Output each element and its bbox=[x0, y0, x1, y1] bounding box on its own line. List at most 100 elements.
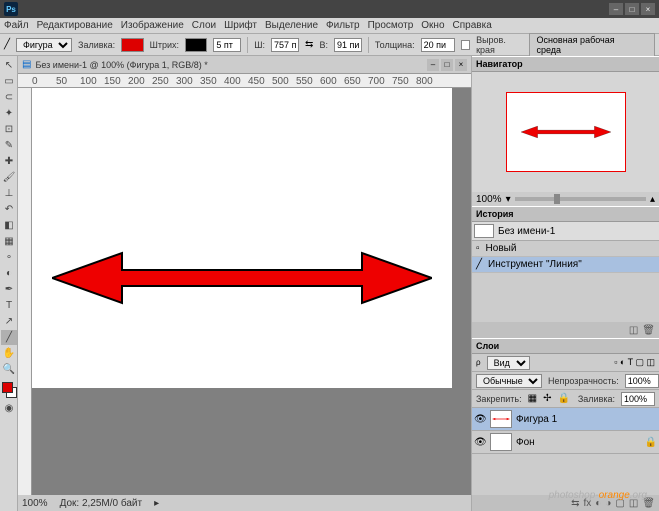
menu-filter[interactable]: Фильтр bbox=[326, 20, 360, 31]
zoom-level[interactable]: 100% bbox=[22, 498, 48, 509]
ps-doc-icon: ▤ bbox=[22, 59, 31, 70]
layer-kind-select[interactable]: Вид bbox=[487, 356, 530, 370]
canvas[interactable] bbox=[32, 88, 452, 388]
weight-label: Толщина: bbox=[375, 40, 415, 50]
wand-tool-icon[interactable]: ✦ bbox=[1, 106, 17, 121]
height-label: В: bbox=[319, 40, 328, 50]
history-item[interactable]: ▫ Новый bbox=[472, 241, 659, 257]
crop-tool-icon[interactable]: ⊡ bbox=[1, 122, 17, 137]
close-button[interactable]: × bbox=[641, 3, 655, 15]
lock-all-icon[interactable]: 🔒 bbox=[557, 393, 569, 404]
history-snapshot-label[interactable]: Без имени-1 bbox=[498, 226, 555, 237]
arrow-shape[interactable] bbox=[52, 248, 432, 308]
visibility-icon[interactable]: 👁 bbox=[474, 437, 486, 448]
type-tool-icon[interactable]: T bbox=[1, 298, 17, 313]
navigator-panel bbox=[472, 72, 659, 192]
layer-row[interactable]: 👁 Фигура 1 bbox=[472, 408, 659, 431]
trash-icon[interactable]: 🗑 bbox=[642, 325, 655, 336]
layer-thumb[interactable] bbox=[490, 410, 512, 428]
zoom-out-icon[interactable]: ▾ bbox=[506, 194, 511, 205]
status-bar: 100% Док: 2,25M/0 байт ▸ bbox=[18, 495, 471, 511]
shape-mode-select[interactable]: Фигура bbox=[16, 38, 72, 52]
title-bar: Ps – □ × bbox=[0, 0, 659, 18]
gradient-tool-icon[interactable]: ▦ bbox=[1, 234, 17, 249]
new-snapshot-icon[interactable]: ◫ bbox=[629, 325, 638, 336]
workspace-select[interactable]: Основная рабочая среда bbox=[529, 33, 655, 57]
menu-image[interactable]: Изображение bbox=[121, 20, 184, 31]
horizontal-ruler: 0 50 100 150 200 250 300 350 400 450 500… bbox=[18, 74, 471, 88]
doc-close-button[interactable]: × bbox=[455, 59, 467, 71]
zoom-tool-icon[interactable]: 🔍 bbox=[1, 362, 17, 377]
document-tab[interactable]: ▤ Без имени-1 @ 100% (Фигура 1, RGB/8) *… bbox=[18, 56, 471, 74]
healing-tool-icon[interactable]: ✚ bbox=[1, 154, 17, 169]
menu-select[interactable]: Выделение bbox=[265, 20, 318, 31]
doc-maximize-button[interactable]: □ bbox=[441, 59, 453, 71]
fill-opacity-input[interactable] bbox=[621, 392, 655, 406]
history-brush-tool-icon[interactable]: ↶ bbox=[1, 202, 17, 217]
minimize-button[interactable]: – bbox=[609, 3, 623, 15]
blur-tool-icon[interactable]: ∘ bbox=[1, 250, 17, 265]
foreground-color[interactable] bbox=[2, 382, 13, 393]
menu-layers[interactable]: Слои bbox=[192, 20, 216, 31]
eraser-tool-icon[interactable]: ◧ bbox=[1, 218, 17, 233]
maximize-button[interactable]: □ bbox=[625, 3, 639, 15]
lock-pixels-icon[interactable]: ▦ bbox=[528, 393, 537, 404]
history-panel-tab[interactable]: История bbox=[472, 206, 659, 222]
quickmask-icon[interactable]: ◉ bbox=[1, 401, 17, 416]
layers-panel-tab[interactable]: Слои bbox=[472, 338, 659, 354]
height-input[interactable] bbox=[334, 38, 362, 52]
path-tool-icon[interactable]: ↗ bbox=[1, 314, 17, 329]
menu-file[interactable]: Файл bbox=[4, 20, 29, 31]
new-doc-icon: ▫ bbox=[476, 243, 480, 254]
doc-minimize-button[interactable]: – bbox=[427, 59, 439, 71]
layer-row[interactable]: 👁 Фон 🔒 bbox=[472, 431, 659, 454]
navigator-zoom-slider[interactable] bbox=[515, 197, 646, 201]
hand-tool-icon[interactable]: ✋ bbox=[1, 346, 17, 361]
weight-input[interactable] bbox=[421, 38, 455, 52]
dodge-tool-icon[interactable]: ◐ bbox=[1, 266, 17, 281]
layer-name[interactable]: Фон bbox=[516, 437, 535, 448]
menu-help[interactable]: Справка bbox=[453, 20, 492, 31]
navigator-thumbnail[interactable] bbox=[506, 92, 626, 172]
toolbox: ↖ ▭ ⊂ ✦ ⊡ ✎ ✚ 🖌 ⊥ ↶ ◧ ▦ ∘ ◐ ✒ T ↗ ╱ ✋ 🔍 … bbox=[0, 56, 18, 511]
menu-edit[interactable]: Редактирование bbox=[37, 20, 113, 31]
watermark: photoshop-orange.org bbox=[549, 485, 647, 503]
line-tool-icon[interactable]: ╱ bbox=[1, 330, 17, 345]
navigator-panel-tab[interactable]: Навигатор bbox=[472, 56, 659, 72]
vertical-ruler bbox=[18, 88, 32, 495]
stroke-width-input[interactable] bbox=[213, 38, 241, 52]
pen-tool-icon[interactable]: ✒ bbox=[1, 282, 17, 297]
opacity-input[interactable] bbox=[625, 374, 659, 388]
layer-thumb[interactable] bbox=[490, 433, 512, 451]
link-icon[interactable]: ⇆ bbox=[305, 39, 313, 50]
stroke-swatch[interactable] bbox=[185, 38, 207, 52]
stamp-tool-icon[interactable]: ⊥ bbox=[1, 186, 17, 201]
fill-label: Заливка: bbox=[78, 40, 115, 50]
menu-type[interactable]: Шрифт bbox=[224, 20, 257, 31]
lock-label: Закрепить: bbox=[476, 394, 522, 404]
blend-mode-select[interactable]: Обычные bbox=[476, 374, 542, 388]
options-bar: ╱ Фигура Заливка: Штрих: Ш: ⇆ В: Толщина… bbox=[0, 34, 659, 56]
brush-tool-icon[interactable]: 🖌 bbox=[1, 170, 17, 185]
fill-opacity-label: Заливка: bbox=[578, 394, 615, 404]
align-edges-checkbox[interactable] bbox=[461, 40, 470, 50]
lasso-tool-icon[interactable]: ⊂ bbox=[1, 90, 17, 105]
menu-window[interactable]: Окно bbox=[421, 20, 444, 31]
info-arrow-icon[interactable]: ▸ bbox=[154, 498, 159, 509]
width-input[interactable] bbox=[271, 38, 299, 52]
history-snapshot-thumb[interactable] bbox=[474, 224, 494, 238]
lock-icon: 🔒 bbox=[645, 437, 657, 448]
lock-position-icon[interactable]: ✢ bbox=[543, 393, 551, 404]
zoom-in-icon[interactable]: ▴ bbox=[650, 194, 655, 205]
fill-swatch[interactable] bbox=[121, 38, 143, 52]
eyedropper-tool-icon[interactable]: ✎ bbox=[1, 138, 17, 153]
history-item[interactable]: ╱ Инструмент "Линия" bbox=[472, 257, 659, 273]
doc-info: Док: 2,25M/0 байт bbox=[60, 498, 143, 509]
menu-view[interactable]: Просмотр bbox=[368, 20, 414, 31]
line-tool-icon: ╱ bbox=[4, 39, 10, 50]
visibility-icon[interactable]: 👁 bbox=[474, 414, 486, 425]
navigator-zoom-value[interactable]: 100% bbox=[476, 194, 502, 205]
move-tool-icon[interactable]: ↖ bbox=[1, 58, 17, 73]
marquee-tool-icon[interactable]: ▭ bbox=[1, 74, 17, 89]
layer-name[interactable]: Фигура 1 bbox=[516, 414, 557, 425]
